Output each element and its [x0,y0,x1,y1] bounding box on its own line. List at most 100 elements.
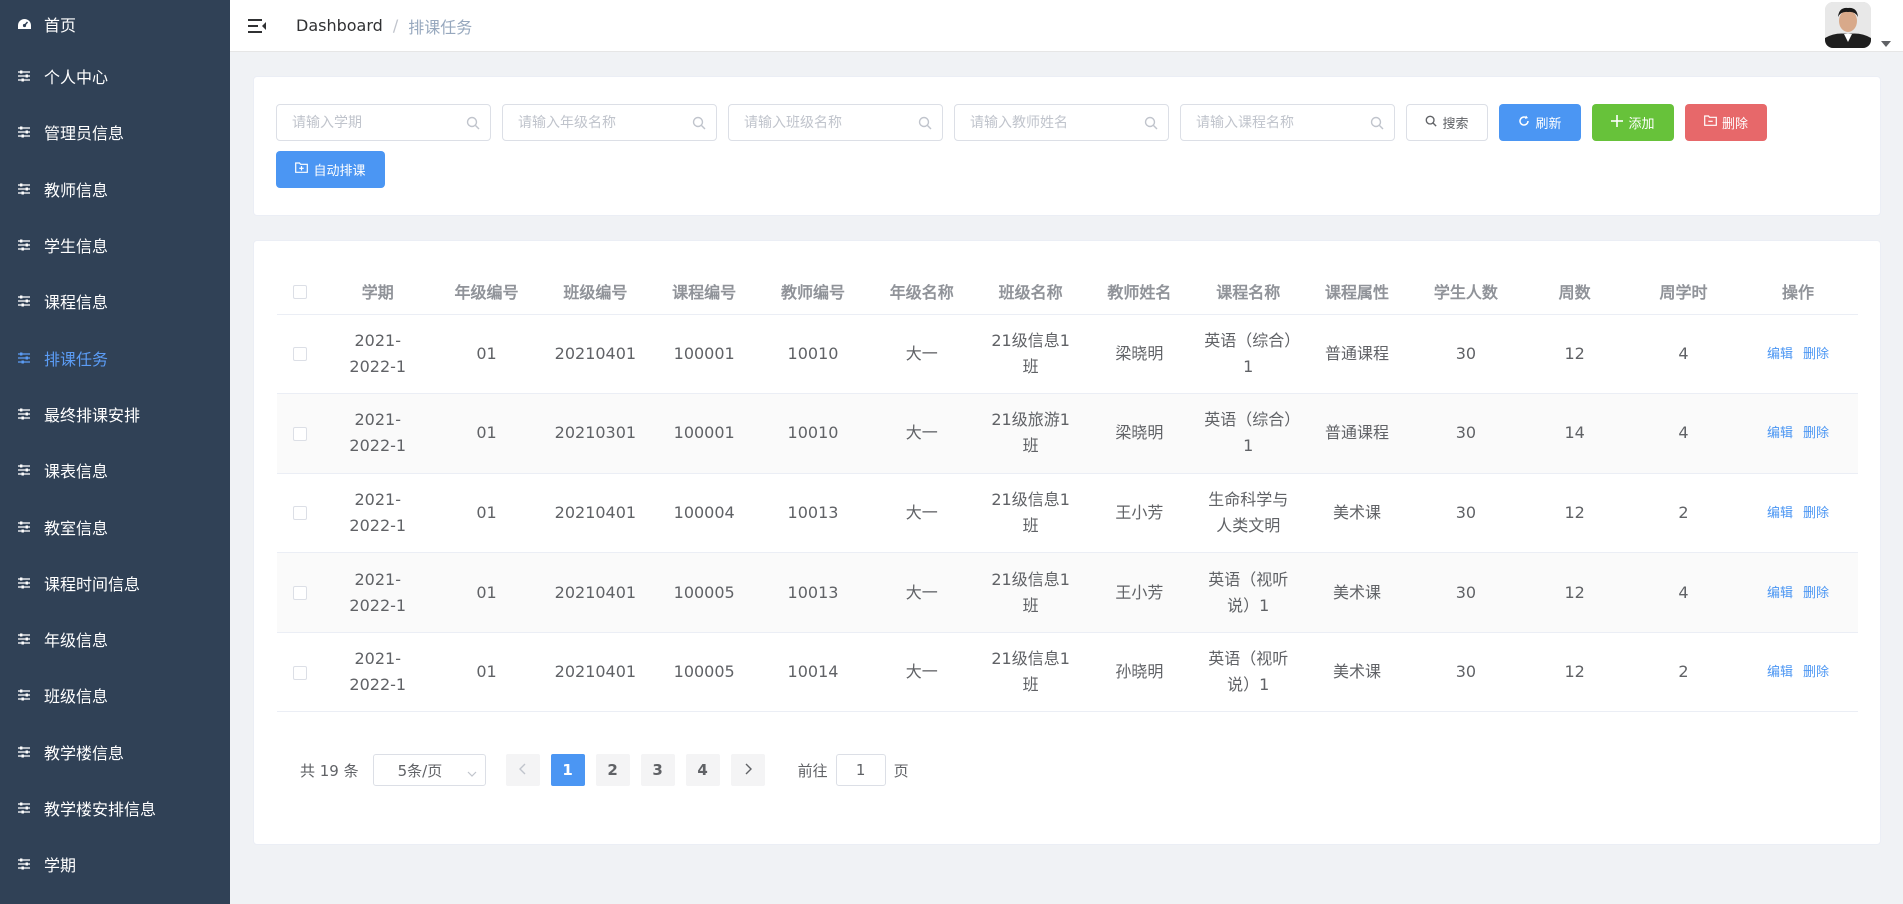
sliders-icon [16,575,32,591]
edit-link[interactable]: 编辑 [1767,586,1793,601]
avatar[interactable] [1825,2,1871,48]
sidebar-item-label: 课程时间信息 [44,574,141,594]
table-cell: 20210401 [540,314,650,395]
sidebar-item-label: 班级信息 [44,687,109,707]
table-cell: 大一 [867,393,977,474]
filter-panel: 搜索 刷新 添加 删除 自动排课 [253,76,1881,216]
table-cell: 30 [1411,552,1521,633]
row-checkbox[interactable] [293,347,308,362]
column-header: 操作 [1737,268,1858,315]
grade-name-input[interactable] [503,105,716,140]
column-header: 年级编号 [432,268,541,315]
sidebar-item-label: 教学楼信息 [44,743,125,763]
sidebar-item-7[interactable]: 最终排课安排 [0,386,230,442]
search-icon [1144,115,1158,134]
sidebar-item-2[interactable]: 管理员信息 [0,104,230,160]
edit-link[interactable]: 编辑 [1767,347,1793,362]
topbar: Dashboard / 排课任务 [230,0,1903,52]
goto-page-input[interactable] [835,754,886,786]
teacher-name-input[interactable] [955,105,1168,140]
delete-link[interactable]: 删除 [1803,506,1829,521]
refresh-button[interactable]: 刷新 [1499,104,1581,141]
column-header: 周数 [1520,268,1630,315]
sliders-icon [16,293,32,309]
edit-link[interactable]: 编辑 [1767,665,1793,680]
edit-link[interactable]: 编辑 [1767,506,1793,521]
sidebar-item-6[interactable]: 排课任务 [0,329,230,385]
refresh-button-label: 刷新 [1535,117,1562,132]
goto-page: 前往 页 [798,754,909,786]
sidebar-item-8[interactable]: 课表信息 [0,442,230,498]
sidebar-item-label: 教师信息 [44,180,109,200]
sidebar-item-15[interactable]: 学期 [0,836,230,892]
table-cell: 20210401 [540,473,650,554]
row-checkbox[interactable] [293,506,308,521]
sidebar-item-3[interactable]: 教师信息 [0,161,230,217]
chevron-left-icon [518,761,527,779]
sidebar-item-12[interactable]: 班级信息 [0,667,230,723]
delete-link[interactable]: 删除 [1803,665,1829,680]
sidebar-item-5[interactable]: 课程信息 [0,273,230,329]
auto-schedule-button[interactable]: 自动排课 [276,151,385,188]
semester-input-wrap [276,104,491,141]
sliders-icon [16,68,32,84]
sidebar-item-label: 管理员信息 [44,124,125,144]
delete-link[interactable]: 删除 [1803,347,1829,362]
column-header: 教师编号 [758,268,868,315]
delete-link[interactable]: 删除 [1803,426,1829,441]
table-cell: 2021-2022-1 [323,393,433,474]
breadcrumb-separator: / [392,16,399,35]
table-cell: 21级信息1班 [976,552,1086,633]
table-cell: 美术课 [1302,632,1412,713]
delete-link[interactable]: 删除 [1803,586,1829,601]
row-actions-cell: 编辑 删除 [1737,473,1858,554]
table-cell: 大一 [867,473,977,554]
table-cell: 普通课程 [1302,393,1412,474]
next-page-button[interactable] [730,754,765,786]
select-all-checkbox[interactable] [293,284,308,299]
page-size-select[interactable]: 5条/页 [372,754,486,786]
sidebar-item-1[interactable]: 个人中心 [0,48,230,104]
column-header: 课程名称 [1193,268,1303,315]
column-header: 周学时 [1629,268,1738,315]
row-checkbox[interactable] [293,665,308,680]
sidebar-item-13[interactable]: 教学楼信息 [0,724,230,780]
page-button[interactable]: 2 [595,754,630,786]
sliders-icon [16,856,32,872]
sidebar-item-11[interactable]: 年级信息 [0,611,230,667]
search-button[interactable]: 搜索 [1406,104,1488,141]
class-name-input[interactable] [729,105,942,140]
sidebar-item-9[interactable]: 教室信息 [0,498,230,554]
edit-link[interactable]: 编辑 [1767,426,1793,441]
row-select-cell [277,393,324,474]
row-actions-cell: 编辑 删除 [1737,314,1858,395]
page-button[interactable]: 3 [640,754,675,786]
table-cell: 2021-2022-1 [323,632,433,713]
sidebar-item-4[interactable]: 学生信息 [0,217,230,273]
page-size-value: 5条/页 [397,761,443,780]
semester-input[interactable] [277,105,490,140]
row-checkbox[interactable] [293,586,308,601]
table-cell: 10010 [758,393,868,474]
page-button[interactable]: 1 [550,754,585,786]
plus-icon [1611,114,1624,131]
sidebar-item-14[interactable]: 教学楼安排信息 [0,780,230,836]
table-cell: 12 [1520,632,1630,713]
delete-button[interactable]: 删除 [1685,104,1767,141]
add-button[interactable]: 添加 [1592,104,1674,141]
course-name-input[interactable] [1181,105,1394,140]
page-button[interactable]: 4 [685,754,720,786]
sidebar-item-label: 首页 [44,16,77,35]
menu-toggle-icon[interactable] [248,17,268,35]
sidebar-item-label: 学生信息 [44,237,109,257]
caret-down-icon[interactable] [1881,32,1891,51]
table-cell: 2021-2022-1 [323,552,433,633]
prev-page-button[interactable] [505,754,540,786]
search-button-label: 搜索 [1442,117,1469,132]
breadcrumb-home[interactable]: Dashboard [296,16,383,35]
row-checkbox[interactable] [293,426,308,441]
sidebar-item-0[interactable]: 首页 [0,0,230,48]
table-cell: 大一 [867,632,977,713]
sidebar-item-10[interactable]: 课程时间信息 [0,555,230,611]
column-header: 教师姓名 [1085,268,1194,315]
